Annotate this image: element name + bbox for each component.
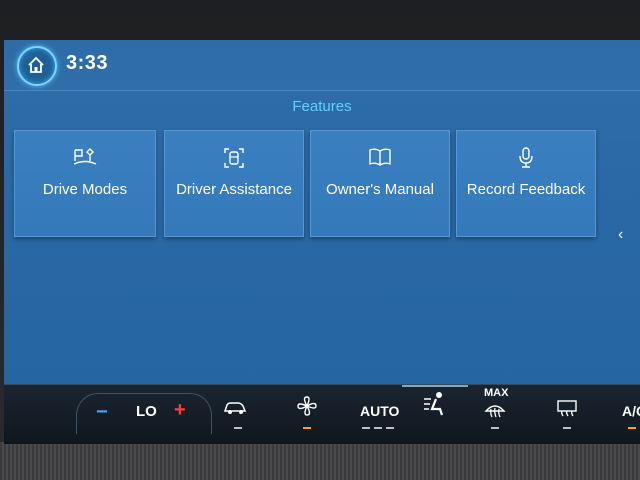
features-screen: 3:33 Features Drive Modes Driver Assista…: [4, 40, 640, 384]
drive-modes-icon: [73, 148, 97, 165]
temperature-value: LO: [136, 403, 157, 420]
indicator: [234, 427, 242, 429]
divider: [402, 385, 468, 387]
indicator: [303, 427, 311, 429]
tile-label: Driver Assistance: [176, 181, 292, 198]
vent-grille: [0, 442, 640, 480]
clock: 3:33: [66, 52, 109, 74]
climate-bar: − LO + AUTO MAX A/: [4, 384, 640, 444]
display: 3:33 Features Drive Modes Driver Assista…: [4, 40, 640, 444]
microphone-icon: [519, 147, 533, 168]
auto-climate-button[interactable]: AUTO: [360, 403, 399, 419]
airflow-seat-icon: [424, 392, 444, 416]
driver-assistance-tile[interactable]: Driver Assistance: [164, 130, 304, 237]
book-icon: [369, 148, 391, 166]
airflow-mode-button[interactable]: [422, 391, 450, 425]
temp-down-button[interactable]: −: [96, 401, 108, 424]
home-icon: [28, 56, 44, 73]
indicator: [374, 427, 382, 429]
front-defrost-icon: [484, 405, 506, 418]
ac-button[interactable]: A/C: [622, 403, 640, 419]
indicator: [491, 427, 499, 429]
rear-defrost-icon: [557, 400, 577, 417]
fan-icon: [297, 396, 317, 416]
drive-modes-tile[interactable]: Drive Modes: [14, 130, 156, 237]
next-page-arrow[interactable]: ‹: [618, 226, 623, 244]
record-feedback-tile[interactable]: Record Feedback: [456, 130, 596, 237]
indicator: [563, 427, 571, 429]
temp-up-button[interactable]: +: [174, 399, 186, 422]
max-defrost-label: MAX: [484, 387, 509, 399]
rear-defrost-button[interactable]: [556, 399, 580, 433]
indicator: [386, 427, 394, 429]
tile-label: Drive Modes: [42, 181, 128, 198]
indicator: [362, 427, 370, 429]
owners-manual-tile[interactable]: Owner's Manual: [310, 130, 450, 237]
tile-label: Owner's Manual: [326, 181, 434, 198]
indicator: [628, 427, 636, 429]
recirculation-button[interactable]: [222, 399, 252, 435]
driver-assistance-icon: [224, 148, 244, 168]
home-button[interactable]: [17, 46, 57, 86]
fan-button[interactable]: [296, 395, 326, 435]
max-defrost-button[interactable]: [484, 401, 508, 435]
recirculation-icon: [223, 402, 247, 414]
status-bar: 3:33: [4, 40, 640, 91]
page-title: Features: [292, 98, 352, 115]
tile-label: Record Feedback: [466, 181, 586, 198]
